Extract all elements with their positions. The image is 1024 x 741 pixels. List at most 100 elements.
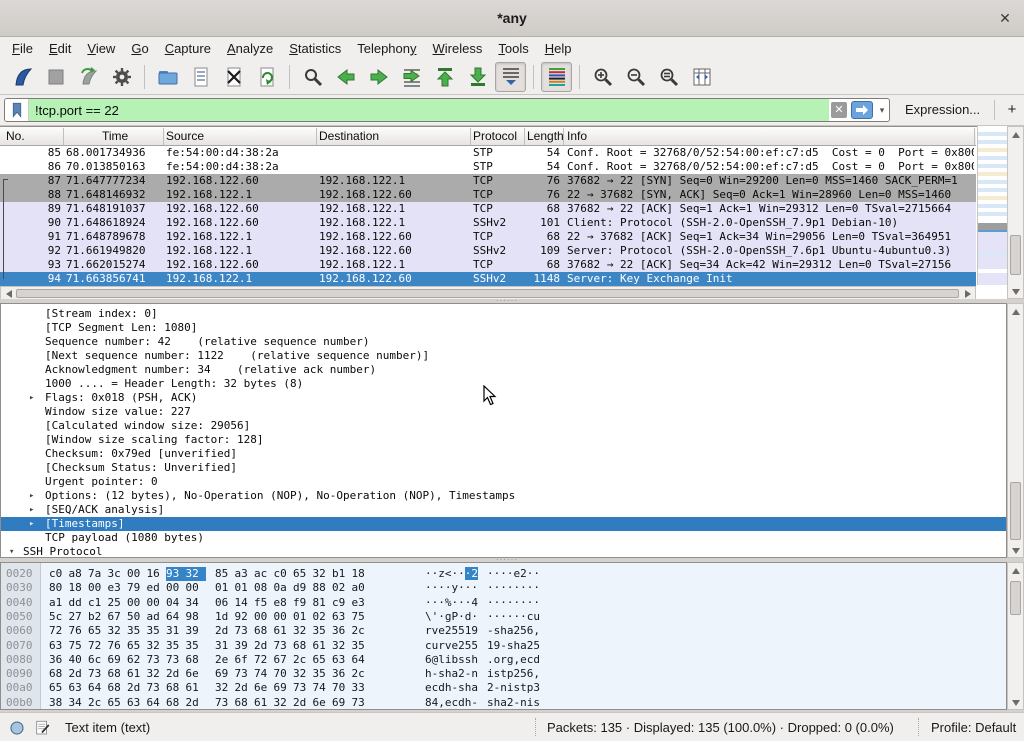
scroll-up-button[interactable] [1009,564,1022,577]
toolbar-button-restart-capture[interactable] [73,62,104,92]
hex-row-00b0[interactable]: 00b038342c656364682d736861322d6e697384,e… [1,696,1006,710]
filter-bookmark-button[interactable] [5,99,29,121]
menu-item-tools[interactable]: Tools [490,39,536,58]
toolbar-button-start-capture-fin[interactable] [7,62,38,92]
detail-line[interactable]: [Stream index: 0] [1,307,1006,321]
toolbar-button-save-file[interactable] [185,62,216,92]
hex-row-0080[interactable]: 008036406c69627373682e6f72672c6563646@li… [1,653,1006,667]
expand-right-icon[interactable]: ▸ [29,517,34,531]
toolbar-button-zoom-in[interactable] [587,62,618,92]
detail-line[interactable]: [Window size scaling factor: 128] [1,433,1006,447]
menu-item-statistics[interactable]: Statistics [281,39,349,58]
menu-item-edit[interactable]: Edit [41,39,79,58]
toolbar-button-go-bottom[interactable] [462,62,493,92]
intelligent-scrollbar-minimap[interactable] [977,126,1007,285]
add-filter-button[interactable]: + [1003,99,1021,121]
toolbar-button-go-forward[interactable] [363,62,394,92]
expert-info-button[interactable] [8,719,26,737]
scroll-down-button[interactable] [1009,544,1022,557]
menu-item-telephony[interactable]: Telephony [349,39,424,58]
hex-row-0060[interactable]: 006072766532353531392d7368613235362crve2… [1,624,1006,638]
packet-row-92[interactable]: 9271.661949820192.168.122.1192.168.122.6… [0,244,976,258]
toolbar-button-zoom-reset[interactable] [653,62,684,92]
packet-list-vscrollbar[interactable] [1007,126,1024,299]
menu-item-wireless[interactable]: Wireless [425,39,491,58]
packet-row-89[interactable]: 8971.648191037192.168.122.60192.168.122.… [0,202,976,216]
column-separator[interactable] [316,128,317,145]
toolbar-button-close-file[interactable] [218,62,249,92]
vscroll-thumb[interactable] [1010,581,1021,615]
hex-row-0050[interactable]: 00505c27b26750ad64981d92000001026375\'·g… [1,610,1006,624]
detail-line[interactable]: Window size value: 227 [1,405,1006,419]
detail-line[interactable]: Sequence number: 42 (relative sequence n… [1,335,1006,349]
scroll-up-button[interactable] [1009,128,1022,141]
column-header-length[interactable]: Length [527,129,564,143]
detail-line[interactable]: ▸[Timestamps] [1,517,1006,531]
vscroll-thumb[interactable] [1010,482,1021,540]
hex-row-0070[interactable]: 0070637572766532353531392d7368613235curv… [1,639,1006,653]
toolbar-button-auto-scroll[interactable] [495,62,526,92]
menu-item-capture[interactable]: Capture [157,39,219,58]
menu-item-view[interactable]: View [79,39,123,58]
display-filter-input[interactable] [29,99,829,121]
column-separator[interactable] [563,128,564,145]
toolbar-button-capture-options-gear[interactable] [106,62,137,92]
toolbar-button-open-file[interactable] [152,62,183,92]
menu-item-go[interactable]: Go [123,39,156,58]
scroll-up-button[interactable] [1009,305,1022,318]
hex-row-00a0[interactable]: 00a0656364682d736861322d6e6973747033ecdh… [1,681,1006,695]
toolbar-button-zoom-out[interactable] [620,62,651,92]
hex-row-0020[interactable]: 0020c0a87a3c0016933285a3acc06532b118··z<… [1,567,1006,581]
detail-line[interactable]: [Next sequence number: 1122 (relative se… [1,349,1006,363]
packet-row-90[interactable]: 9071.648618924192.168.122.60192.168.122.… [0,216,976,230]
packet-row-93[interactable]: 9371.662015274192.168.122.60192.168.122.… [0,258,976,272]
hex-row-0030[interactable]: 0030801800e379ed00000101080ad98802a0····… [1,581,1006,595]
detail-line[interactable]: Acknowledgment number: 34 (relative ack … [1,363,1006,377]
column-header-info[interactable]: Info [567,129,587,143]
detail-line[interactable]: Urgent pointer: 0 [1,475,1006,489]
packet-row-91[interactable]: 9171.648789678192.168.122.1192.168.122.6… [0,230,976,244]
packet-row-87[interactable]: 8771.647777234192.168.122.60192.168.122.… [0,174,976,188]
expand-right-icon[interactable]: ▸ [29,391,34,405]
column-header-time[interactable]: Time [102,129,128,143]
detail-line[interactable]: [TCP Segment Len: 1080] [1,321,1006,335]
hex-row-0090[interactable]: 0090682d736861322d6e697374703235362ch-sh… [1,667,1006,681]
toolbar-button-resize-columns[interactable] [686,62,717,92]
hex-row-0040[interactable]: 0040a1ddc125000004340614f5e8f981c9e3···%… [1,596,1006,610]
vscroll-thumb[interactable] [1010,235,1021,275]
toolbar-button-go-to-packet[interactable] [396,62,427,92]
column-separator[interactable] [63,128,64,145]
column-separator[interactable] [974,128,975,145]
menu-item-help[interactable]: Help [537,39,580,58]
toolbar-button-colorize[interactable] [541,62,572,92]
column-header-source[interactable]: Source [166,129,204,143]
menu-item-analyze[interactable]: Analyze [219,39,281,58]
capture-comment-button[interactable] [33,719,51,737]
close-window-button[interactable]: ✕ [996,9,1014,27]
detail-line[interactable]: ▸Flags: 0x018 (PSH, ACK) [1,391,1006,405]
detail-line[interactable]: 1000 .... = Header Length: 32 bytes (8) [1,377,1006,391]
column-header-protocol[interactable]: Protocol [473,129,517,143]
scroll-down-button[interactable] [1009,285,1022,298]
menu-item-file[interactable]: File [4,39,41,58]
toolbar-button-go-top[interactable] [429,62,460,92]
column-header-no[interactable]: No. [6,129,25,143]
hscroll-thumb[interactable] [16,289,959,298]
detail-line[interactable]: TCP payload (1080 bytes) [1,531,1006,545]
filter-clear-button[interactable]: ✕ [831,102,847,118]
detail-line[interactable]: [Calculated window size: 29056] [1,419,1006,433]
toolbar-button-reload-file[interactable] [251,62,282,92]
filter-history-dropdown[interactable]: ▾ [875,99,889,121]
column-separator[interactable] [470,128,471,145]
packet-row-88[interactable]: 8871.648146932192.168.122.1192.168.122.6… [0,188,976,202]
scroll-down-button[interactable] [1009,696,1022,709]
detail-line[interactable]: ▸Options: (12 bytes), No-Operation (NOP)… [1,489,1006,503]
column-header-destination[interactable]: Destination [319,129,379,143]
toolbar-button-find-packet[interactable] [297,62,328,92]
toolbar-button-go-back[interactable] [330,62,361,92]
column-separator[interactable] [524,128,525,145]
expand-right-icon[interactable]: ▸ [29,503,34,517]
profile-status[interactable]: Profile: Default [931,720,1016,735]
detail-line[interactable]: [Checksum Status: Unverified] [1,461,1006,475]
packet-row-86[interactable]: 8670.013850163fe:54:00:d4:38:2aSTP54Conf… [0,160,976,174]
